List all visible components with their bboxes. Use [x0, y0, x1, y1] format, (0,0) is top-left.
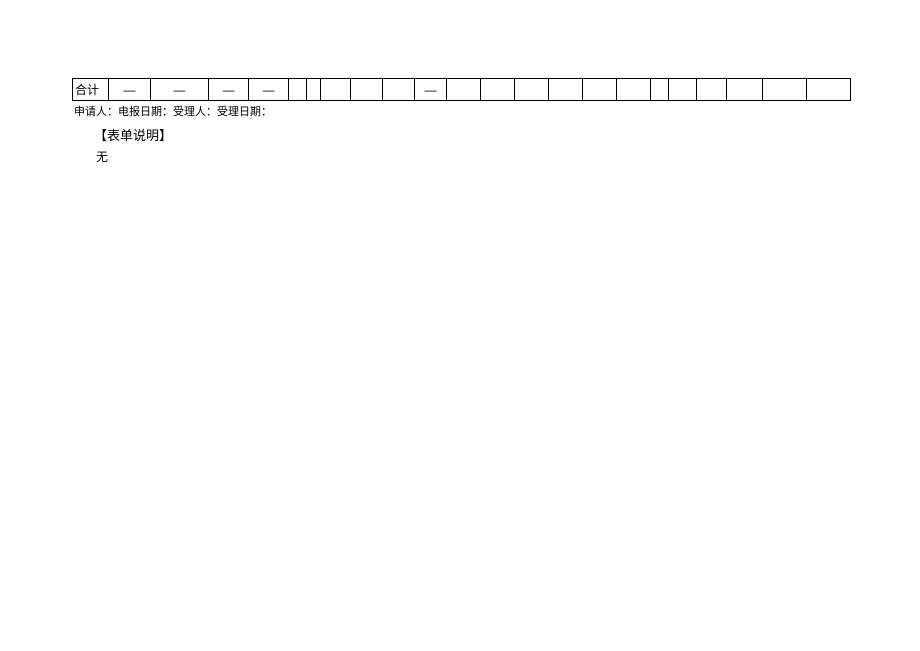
section-title: 【表单说明】 — [94, 125, 920, 144]
cell — [697, 79, 727, 101]
cell — [549, 79, 583, 101]
section-body: 无 — [96, 148, 920, 165]
cell: — — [109, 79, 151, 101]
cell — [583, 79, 617, 101]
cell — [669, 79, 697, 101]
cell — [351, 79, 383, 101]
cell: — — [249, 79, 289, 101]
cell-label: 合计 — [73, 79, 109, 101]
cell: — — [415, 79, 447, 101]
summary-table: 合计 — — — — — — [72, 78, 850, 101]
cell — [447, 79, 481, 101]
cell — [763, 79, 807, 101]
cell — [481, 79, 515, 101]
cell — [321, 79, 351, 101]
cell — [617, 79, 651, 101]
cell — [383, 79, 415, 101]
cell — [727, 79, 763, 101]
cell — [651, 79, 669, 101]
meta-line: 申请人：电报日期：受理人：受理日期： — [72, 103, 920, 119]
cell: — — [209, 79, 249, 101]
cell — [289, 79, 307, 101]
cell: — — [151, 79, 209, 101]
cell — [307, 79, 321, 101]
cell — [515, 79, 549, 101]
table-row: 合计 — — — — — — [73, 79, 851, 101]
cell — [807, 79, 851, 101]
